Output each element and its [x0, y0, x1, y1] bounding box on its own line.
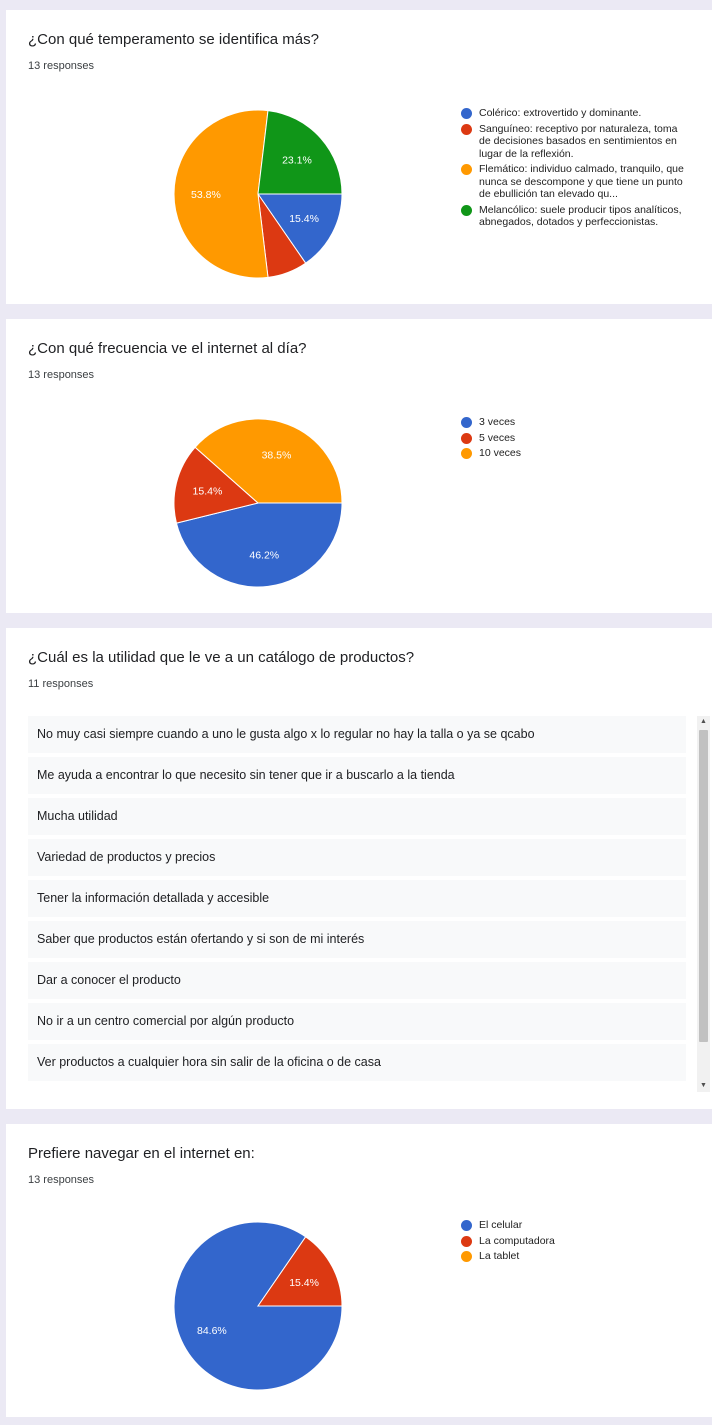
pie-slice-label: 53.8% [191, 189, 221, 201]
pie-chart: 46.2% 15.4% 38.5% [173, 418, 343, 588]
legend-item-la-tablet[interactable]: La tablet [461, 1250, 691, 1263]
legend-label: 3 veces [479, 416, 516, 428]
response-count: 13 responses [28, 60, 95, 72]
question-title: Prefiere navegar en el internet en: [28, 1145, 255, 1162]
legend-label: Sanguíneo: receptivo por naturaleza, tom… [479, 122, 678, 160]
question-title: ¿Con qué frecuencia ve el internet al dí… [28, 340, 307, 357]
scroll-up-arrow-icon[interactable]: ▲ [697, 716, 710, 728]
pie-slice-label: 84.6% [197, 1325, 227, 1337]
legend-dot-icon [461, 108, 472, 119]
pie-slice-label: 23.1% [282, 154, 312, 166]
legend-label: Melancólico: suele producir tipos analít… [479, 203, 682, 229]
response-count: 11 responses [28, 678, 94, 690]
response-list[interactable]: No muy casi siempre cuando a uno le gust… [28, 716, 686, 1085]
response-item: Variedad de productos y precios [28, 839, 686, 876]
chart-legend: 3 veces 5 veces 10 veces [461, 416, 691, 463]
chart-legend: Colérico: extrovertido y dominante. Sangu… [461, 107, 691, 232]
pie-slice-label: 15.4% [289, 1277, 319, 1289]
pie-slice-label: 46.2% [249, 550, 279, 562]
legend-item-melancolico-suele-producir-tip[interactable]: Melancólico: suele producir tipos analít… [461, 204, 691, 229]
legend-item-flematico-individuo-calmado-tr[interactable]: Flemático: individuo calmado, tranquilo,… [461, 163, 691, 201]
legend-dot-icon [461, 448, 472, 459]
scrollbar-thumb[interactable] [699, 730, 708, 1042]
pie-slice-label: 38.5% [262, 449, 292, 461]
response-item: No muy casi siempre cuando a uno le gust… [28, 716, 686, 753]
legend-dot-icon [461, 164, 472, 175]
legend-item-la-computadora[interactable]: La computadora [461, 1235, 691, 1248]
legend-dot-icon [461, 1251, 472, 1262]
legend-dot-icon [461, 432, 472, 444]
pie-chart: 84.6% 15.4% [173, 1221, 343, 1391]
legend-label: 5 veces [479, 431, 516, 444]
scrollbar[interactable]: ▲ ▼ [697, 716, 710, 1092]
response-item: Me ayuda a encontrar lo que necesito sin… [28, 757, 686, 794]
legend-dot-icon [461, 204, 472, 216]
legend-label: Colérico: extrovertido y dominante. [479, 107, 642, 119]
response-count: 13 responses [28, 369, 95, 381]
pie-slice-label: 15.4% [289, 213, 319, 225]
legend-item-3-veces[interactable]: 3 veces [461, 416, 691, 429]
legend-dot-icon [461, 1220, 472, 1231]
legend-label: Flemático: individuo calmado, tranquilo,… [479, 163, 684, 200]
pie-slice-flematico-individuo-calmado-tr[interactable] [173, 109, 269, 279]
legend-item-sanguineo-receptivo-por-natura[interactable]: Sanguíneo: receptivo por naturaleza, tom… [461, 123, 691, 161]
legend-item-colerico-extrovertido-y-domina[interactable]: Colérico: extrovertido y dominante. [461, 107, 691, 120]
legend-item-10-veces[interactable]: 10 veces [461, 447, 691, 460]
legend-item-el-celular[interactable]: El celular [461, 1219, 691, 1232]
legend-label: La computadora [479, 1234, 555, 1247]
scroll-down-arrow-icon[interactable]: ▼ [697, 1080, 710, 1092]
response-item: Ver productos a cualquier hora sin salir… [28, 1044, 686, 1081]
question-card-temperament: ¿Con qué temperamento se identifica más?… [6, 10, 712, 304]
response-count: 13 responses [28, 1174, 95, 1186]
question-title: ¿Cuál es la utilidad que le ve a un catá… [28, 649, 415, 666]
legend-label: 10 veces [479, 447, 522, 459]
legend-dot-icon [461, 417, 472, 428]
legend-item-5-veces[interactable]: 5 veces [461, 432, 691, 445]
question-card-browsing-device: Prefiere navegar en el internet en: 13 r… [6, 1124, 712, 1417]
chart-legend: El celular La computadora La tablet [461, 1219, 691, 1266]
pie-slice-label: 15.4% [193, 486, 223, 498]
response-item: Dar a conocer el producto [28, 962, 686, 999]
response-item: No ir a un centro comercial por algún pr… [28, 1003, 686, 1040]
legend-dot-icon [461, 123, 472, 135]
legend-label: El celular [479, 1219, 523, 1231]
pie-slice-melancolico-suele-producir-tip[interactable] [257, 110, 343, 195]
legend-label: La tablet [479, 1250, 520, 1262]
response-item: Tener la información detallada y accesib… [28, 880, 686, 917]
question-card-catalog-utility: ¿Cuál es la utilidad que le ve a un catá… [6, 628, 712, 1109]
legend-dot-icon [461, 1235, 472, 1247]
response-item: Mucha utilidad [28, 798, 686, 835]
response-item: Saber que productos están ofertando y si… [28, 921, 686, 958]
pie-chart: 15.4% 53.8% 23.1% [173, 109, 343, 279]
question-card-internet-frequency: ¿Con qué frecuencia ve el internet al dí… [6, 319, 712, 613]
question-title: ¿Con qué temperamento se identifica más? [28, 31, 319, 48]
